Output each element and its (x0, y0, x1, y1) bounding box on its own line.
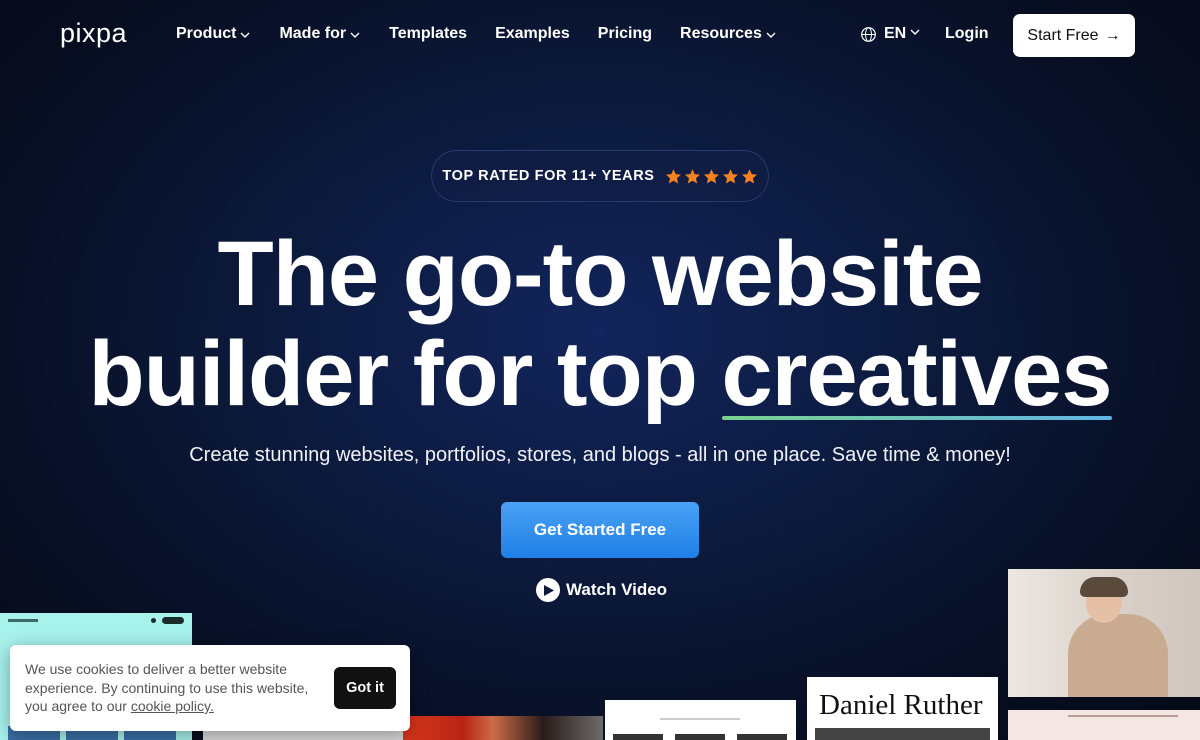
star-icon (703, 168, 719, 183)
thumbnail-logo (8, 619, 38, 622)
chevron-down-icon (906, 25, 921, 43)
get-started-button[interactable]: Get Started Free (501, 502, 699, 558)
nav-item-resources[interactable]: Resources (680, 25, 777, 43)
language-label: EN (884, 25, 907, 42)
login-link[interactable]: Login (945, 25, 989, 43)
template-thumbnail-portrait[interactable] (1008, 569, 1200, 697)
template-thumbnail-daniel[interactable]: Daniel Ruther (807, 677, 998, 740)
headline-highlight: creatives (721, 323, 1113, 425)
star-icon (665, 168, 681, 183)
thumbnail-title: Daniel Ruther (819, 689, 983, 721)
thumbnail-menu (1068, 715, 1178, 717)
thumbnail-block (613, 734, 663, 740)
start-free-button[interactable]: Start Free → (1013, 14, 1135, 57)
arrow-right-icon: → (1104, 26, 1121, 44)
got-it-button[interactable]: Got it (334, 667, 396, 709)
nav-item-pricing[interactable]: Pricing (598, 25, 652, 43)
top-rated-badge: TOP RATED FOR 11+ YEARS (431, 150, 769, 202)
headline-line-1: The go-to website (217, 223, 984, 325)
headline-line-2: builder for top creatives (0, 324, 1200, 424)
nav-item-label: Product (176, 25, 237, 42)
star-icon (684, 168, 700, 183)
thumbnail-figure (1068, 614, 1168, 697)
nav-links: Product Made for Templates Examples Pric… (176, 25, 805, 43)
nav-item-examples[interactable]: Examples (495, 25, 570, 43)
nav-item-label: Templates (389, 25, 468, 42)
chevron-down-icon (349, 28, 361, 40)
nav-item-templates[interactable]: Templates (389, 25, 467, 43)
template-thumbnail[interactable] (605, 700, 796, 740)
star-icon (741, 168, 757, 183)
star-icon (722, 168, 738, 183)
template-thumbnail[interactable] (403, 716, 603, 740)
watch-video-label: Watch Video (566, 580, 668, 599)
globe-icon (861, 26, 876, 42)
thumbnail-button (162, 617, 184, 624)
headline-line-2-prefix: builder for top (88, 323, 722, 425)
play-icon (536, 578, 560, 602)
nav-item-product[interactable]: Product (176, 25, 251, 43)
start-free-label: Start Free (1027, 26, 1099, 44)
nav-item-label: Examples (495, 25, 570, 42)
nav-item-label: Pricing (597, 25, 653, 42)
chevron-down-icon (765, 28, 777, 40)
thumbnail-menu (660, 718, 740, 720)
cookie-text: We use cookies to deliver a better websi… (25, 660, 325, 716)
language-selector[interactable]: EN (860, 25, 921, 43)
hero-subtitle: Create stunning websites, portfolios, st… (189, 444, 1011, 466)
nav-item-label: Made for (279, 25, 347, 42)
cookie-policy-link[interactable]: cookie policy. (131, 698, 214, 714)
logo[interactable]: pixpa (60, 18, 127, 49)
thumbnail-hair (1080, 577, 1128, 597)
template-thumbnail[interactable] (1008, 710, 1200, 740)
thumbnail-dot (151, 618, 156, 623)
nav-item-label: Resources (680, 25, 762, 42)
rating-stars (665, 168, 758, 185)
chevron-down-icon (239, 28, 251, 40)
top-nav: pixpa Product Made for Templates Example… (0, 0, 1200, 72)
hero-headline: The go-to website builder for top creati… (0, 224, 1200, 424)
badge-text: TOP RATED FOR 11+ YEARS (442, 168, 655, 184)
cookie-banner: We use cookies to deliver a better websi… (10, 645, 410, 731)
nav-item-made-for[interactable]: Made for (279, 25, 361, 43)
thumbnail-block (737, 734, 787, 740)
thumbnail-blocks (613, 734, 787, 740)
watch-video-button[interactable]: Watch Video (536, 578, 667, 602)
thumbnail-image-strip (815, 728, 990, 740)
thumbnail-block (675, 734, 725, 740)
